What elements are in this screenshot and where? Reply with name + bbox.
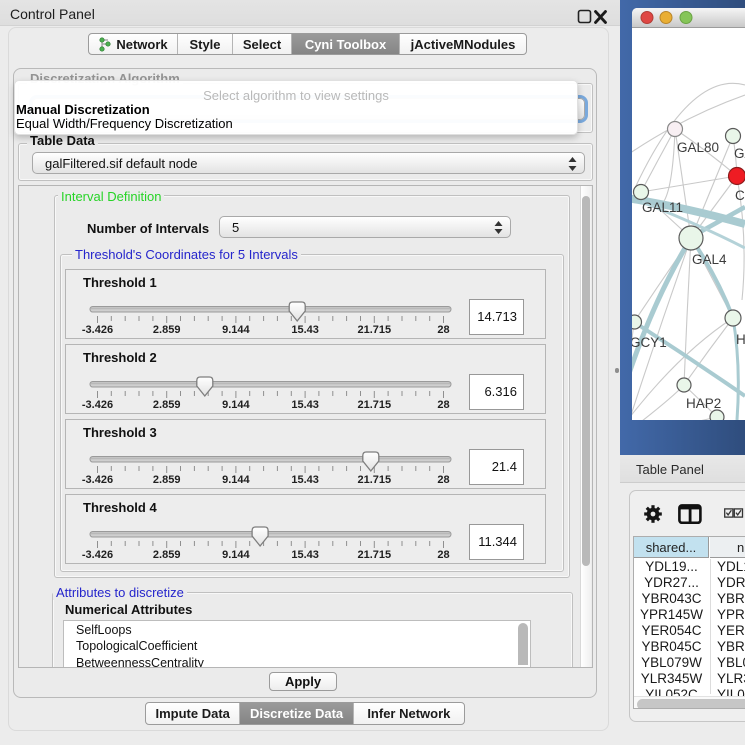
svg-text:15.43: 15.43 <box>291 474 319 486</box>
svg-text:9.144: 9.144 <box>222 324 250 336</box>
svg-text:-3.426: -3.426 <box>82 324 113 336</box>
svg-text:28: 28 <box>437 399 449 411</box>
svg-text:GCY1: GCY1 <box>632 335 667 350</box>
svg-text:2.859: 2.859 <box>153 399 181 411</box>
svg-text:GAL80: GAL80 <box>677 140 719 155</box>
svg-text:2.859: 2.859 <box>153 324 181 336</box>
svg-text:28: 28 <box>437 474 449 486</box>
svg-text:GA: GA <box>734 146 745 161</box>
svg-text:-3.426: -3.426 <box>82 474 113 486</box>
svg-text:C: C <box>735 188 745 203</box>
svg-text:H: H <box>736 332 745 347</box>
svg-text:-3.426: -3.426 <box>82 549 113 561</box>
svg-text:9.144: 9.144 <box>222 399 250 411</box>
svg-text:21.715: 21.715 <box>357 549 391 561</box>
svg-text:28: 28 <box>437 549 449 561</box>
svg-text:9.144: 9.144 <box>222 549 250 561</box>
svg-text:21.715: 21.715 <box>357 474 391 486</box>
svg-text:15.43: 15.43 <box>291 324 319 336</box>
svg-text:-3.426: -3.426 <box>82 399 113 411</box>
svg-text:GAL4: GAL4 <box>692 252 727 267</box>
svg-text:28: 28 <box>437 324 449 336</box>
svg-text:15.43: 15.43 <box>291 549 319 561</box>
svg-text:GAL11: GAL11 <box>642 200 683 215</box>
svg-text:2.859: 2.859 <box>153 549 181 561</box>
svg-text:21.715: 21.715 <box>357 399 391 411</box>
svg-text:15.43: 15.43 <box>291 399 319 411</box>
svg-text:9.144: 9.144 <box>222 474 250 486</box>
svg-text:21.715: 21.715 <box>357 324 391 336</box>
svg-text:HAP2: HAP2 <box>686 396 721 411</box>
svg-text:2.859: 2.859 <box>153 474 181 486</box>
